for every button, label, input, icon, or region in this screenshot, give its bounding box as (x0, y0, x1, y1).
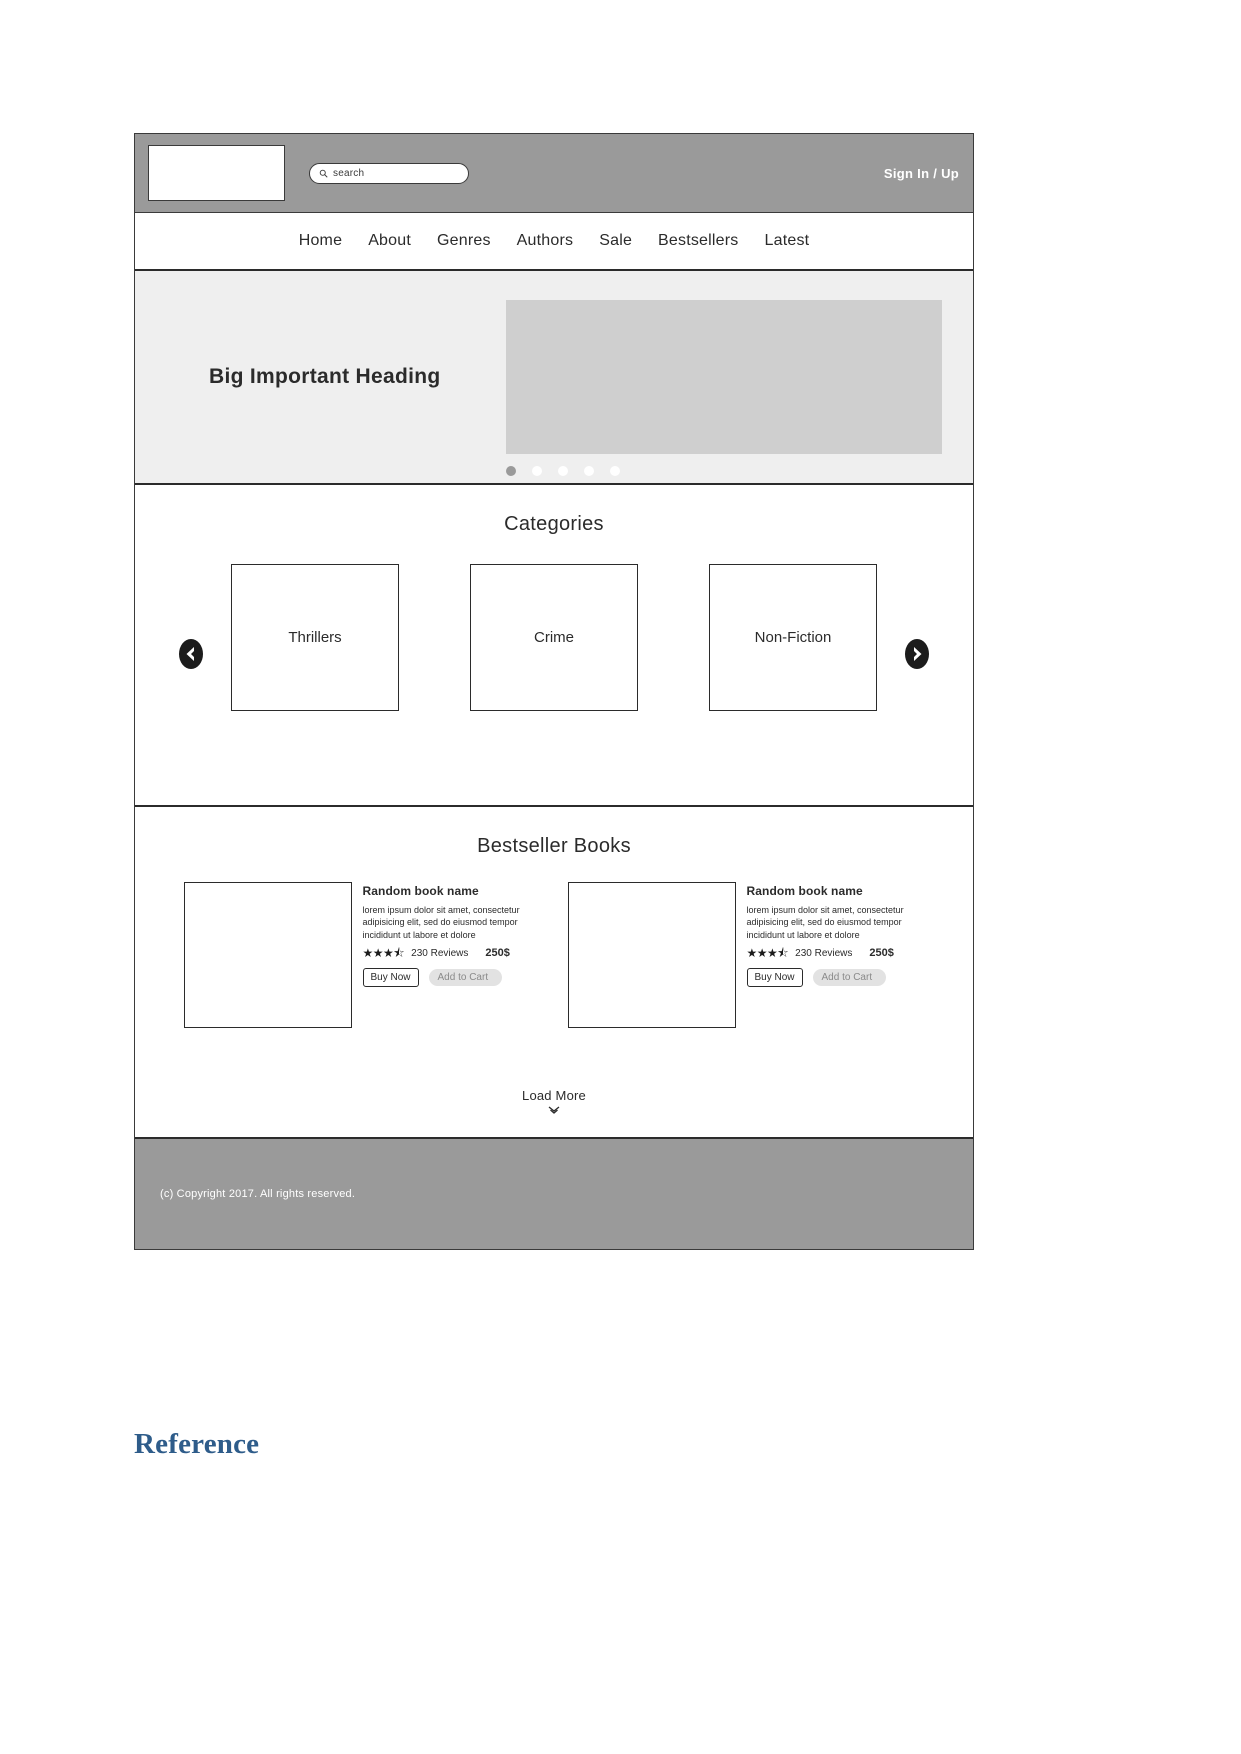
nav-item-sale[interactable]: Sale (599, 232, 632, 250)
copyright-text: (c) Copyright 2017. All rights reserved. (160, 1188, 356, 1200)
hero-image-placeholder (506, 300, 942, 454)
carousel-dots (506, 466, 620, 476)
site-header: search Sign In / Up (135, 134, 973, 213)
book-rating-row: ★★★⯪ 230 Reviews 250$ (747, 947, 925, 959)
book-actions: Buy Now Add to Cart (362, 968, 541, 988)
reference-heading: Reference (134, 1428, 260, 1460)
category-card-crime[interactable]: Crime (470, 564, 638, 711)
carousel-dot[interactable] (610, 466, 620, 476)
book-card: Random book name lorem ipsum dolor sit a… (183, 882, 541, 1028)
document-page: search Sign In / Up Home About Genres Au… (0, 0, 1241, 1754)
book-card-list: Random book name lorem ipsum dolor sit a… (135, 882, 973, 1028)
book-cover-placeholder[interactable] (567, 882, 736, 1028)
carousel-dot[interactable] (584, 466, 594, 476)
add-to-cart-button[interactable]: Add to Cart (812, 969, 887, 987)
star-rating-icon: ★★★⯪ (746, 946, 789, 961)
search-input[interactable]: search (309, 162, 469, 184)
nav-item-about[interactable]: About (368, 232, 411, 250)
review-count: 230 Reviews (411, 947, 469, 959)
category-label: Thrillers (288, 629, 342, 646)
nav-item-authors[interactable]: Authors (517, 232, 574, 250)
buy-now-button[interactable]: Buy Now (362, 968, 419, 988)
load-more-button[interactable]: Load More (135, 1087, 973, 1115)
star-rating-icon: ★★★⯪ (362, 946, 405, 961)
book-price: 250$ (869, 947, 894, 960)
sign-in-up-link[interactable]: Sign In / Up (884, 166, 959, 181)
search-placeholder: search (333, 167, 365, 179)
category-card-thrillers[interactable]: Thrillers (231, 564, 399, 711)
nav-item-latest[interactable]: Latest (765, 232, 810, 250)
buy-now-button[interactable]: Buy Now (746, 968, 803, 988)
category-card-list: Thrillers Crime Non-Fiction (135, 564, 973, 711)
categories-section: Categories Thrillers Crime Non-Fiction (135, 485, 973, 807)
bestsellers-section: Bestseller Books Random book name lorem … (135, 807, 973, 1139)
chevron-double-down-icon (548, 1106, 560, 1114)
carousel-dot[interactable] (558, 466, 568, 476)
book-description: lorem ipsum dolor sit amet, consectetur … (746, 905, 904, 940)
carousel-dot[interactable] (532, 466, 542, 476)
hero-carousel: Big Important Heading (135, 271, 973, 485)
arrow-right-circle-icon[interactable] (900, 637, 934, 671)
category-label: Non-Fiction (754, 629, 832, 646)
book-cover-placeholder[interactable] (183, 882, 352, 1028)
nav-item-bestsellers[interactable]: Bestsellers (658, 232, 738, 250)
load-more-label: Load More (522, 1088, 586, 1103)
carousel-dot[interactable] (506, 466, 516, 476)
logo-placeholder[interactable] (148, 145, 285, 201)
book-description: lorem ipsum dolor sit amet, consectetur … (362, 905, 520, 940)
book-title: Random book name (362, 884, 479, 898)
site-footer: (c) Copyright 2017. All rights reserved. (135, 1139, 973, 1249)
category-card-non-fiction[interactable]: Non-Fiction (709, 564, 877, 711)
book-actions: Buy Now Add to Cart (746, 968, 925, 988)
book-details: Random book name lorem ipsum dolor sit a… (362, 882, 541, 1028)
book-rating-row: ★★★⯪ 230 Reviews 250$ (363, 947, 541, 959)
category-label: Crime (534, 629, 574, 646)
book-details: Random book name lorem ipsum dolor sit a… (746, 882, 925, 1028)
wireframe-mockup: search Sign In / Up Home About Genres Au… (134, 133, 974, 1250)
bestsellers-title: Bestseller Books (477, 835, 631, 857)
nav-item-genres[interactable]: Genres (437, 232, 491, 250)
book-card: Random book name lorem ipsum dolor sit a… (567, 882, 925, 1028)
add-to-cart-button[interactable]: Add to Cart (428, 969, 503, 987)
review-count: 230 Reviews (795, 947, 853, 959)
search-icon (319, 169, 328, 178)
main-navigation: Home About Genres Authors Sale Bestselle… (135, 213, 973, 271)
book-price: 250$ (485, 947, 510, 960)
book-title: Random book name (746, 884, 863, 898)
categories-title: Categories (504, 513, 604, 535)
hero-heading: Big Important Heading (209, 365, 441, 388)
nav-item-home[interactable]: Home (299, 232, 342, 250)
